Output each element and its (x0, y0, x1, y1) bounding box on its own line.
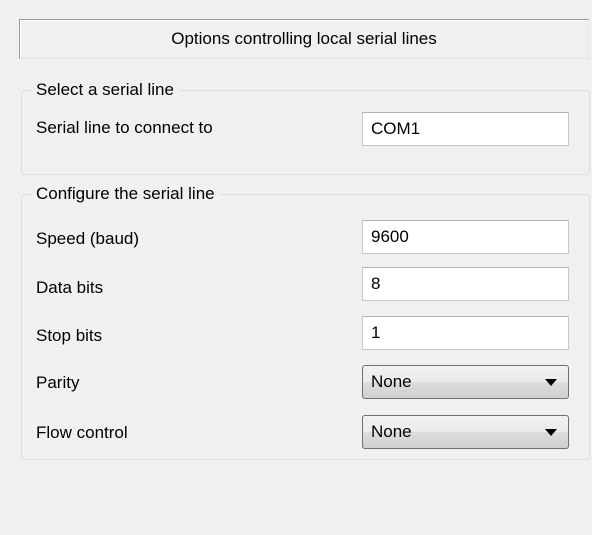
panel-title: Options controlling local serial lines (171, 29, 437, 48)
stopbits-label: Stop bits (36, 326, 103, 345)
databits-label: Data bits (36, 278, 104, 297)
flow-control-value: None (371, 422, 412, 441)
databits-input[interactable]: 8 (362, 267, 569, 301)
speed-label: Speed (baud) (36, 229, 140, 248)
serial-line-label: Serial line to connect to (36, 118, 213, 137)
stopbits-value: 1 (371, 323, 381, 342)
flow-control-select[interactable]: None (362, 415, 569, 449)
stopbits-input[interactable]: 1 (362, 316, 569, 350)
flow-control-label: Flow control (36, 423, 128, 442)
select-serial-line-legend: Select a serial line (31, 79, 179, 101)
parity-select[interactable]: None (362, 365, 569, 399)
speed-value: 9600 (371, 227, 409, 246)
serial-line-value: COM1 (371, 119, 421, 138)
speed-input[interactable]: 9600 (362, 220, 569, 254)
configure-serial-line-legend: Configure the serial line (31, 183, 220, 205)
chevron-down-icon (545, 378, 557, 386)
serial-line-input[interactable]: COM1 (362, 112, 569, 146)
parity-label: Parity (36, 373, 80, 392)
panel-header: Options controlling local serial lines (19, 19, 589, 59)
databits-value: 8 (371, 274, 381, 293)
parity-value: None (371, 372, 412, 391)
chevron-down-icon (545, 428, 557, 436)
